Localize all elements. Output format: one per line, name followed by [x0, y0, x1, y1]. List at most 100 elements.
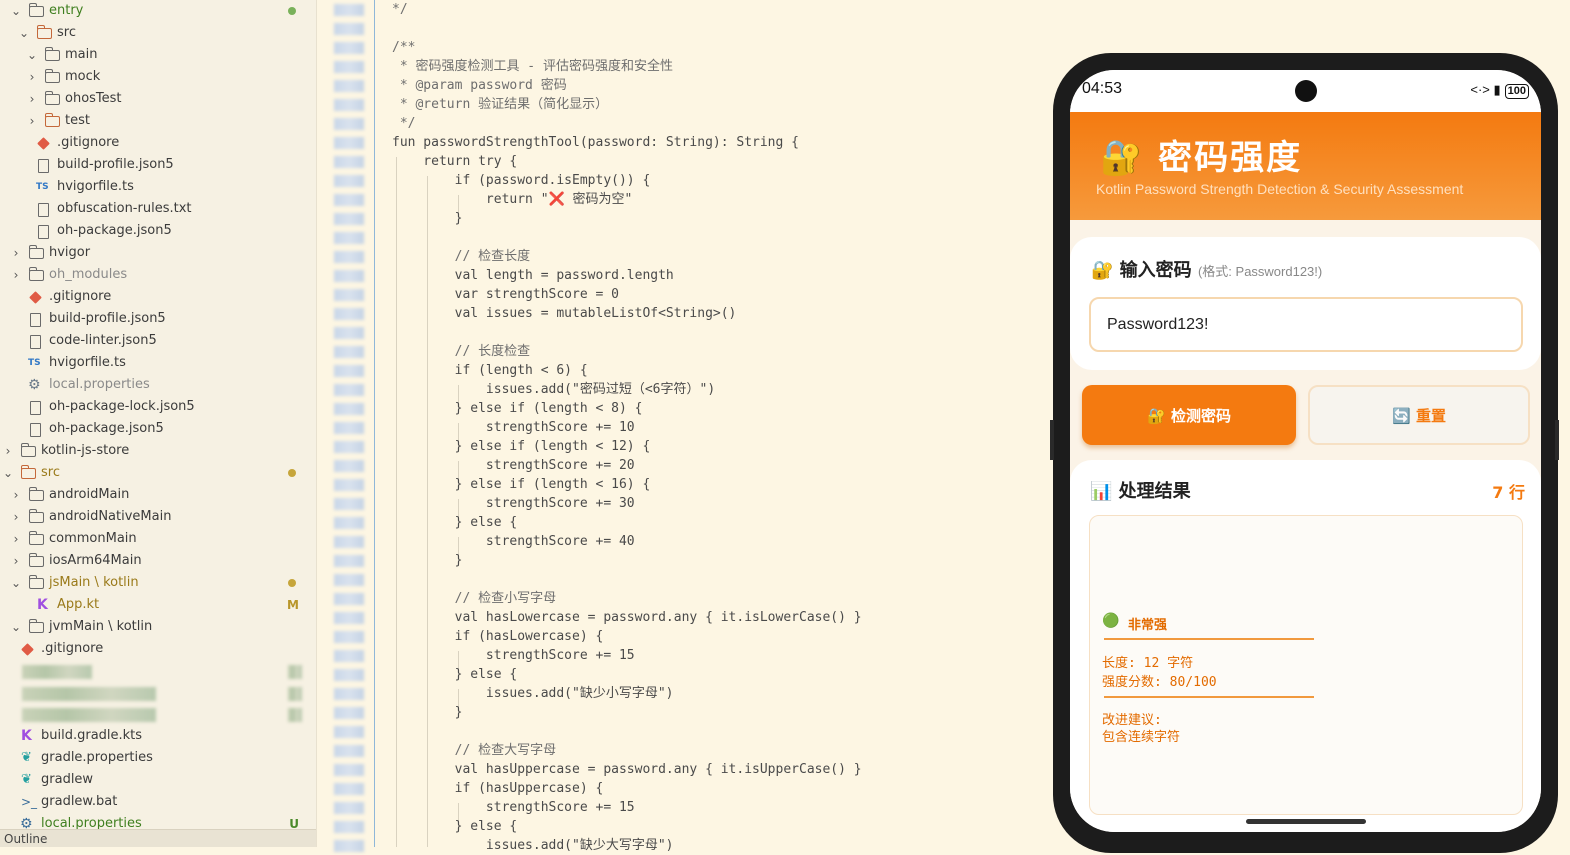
code-line[interactable]: var strengthScore = 0: [392, 285, 619, 304]
code-line[interactable]: issues.add("缺少大写字母"): [392, 836, 674, 855]
tree-label: jsMain \ kotlin: [49, 575, 139, 590]
code-line[interactable]: if (password.isEmpty()) {: [392, 171, 651, 190]
code-line[interactable]: issues.add("密码过短（<6字符）"): [392, 380, 715, 399]
tree-item-mock[interactable]: › mock: [0, 66, 316, 88]
code-line[interactable]: */: [392, 0, 408, 19]
tree-item-src[interactable]: ⌄ src: [0, 22, 316, 44]
outline-panel-header[interactable]: Outline: [0, 829, 316, 847]
code-line[interactable]: * @param password 密码: [392, 76, 567, 95]
code-line[interactable]: } else {: [392, 665, 518, 684]
code-line[interactable]: strengthScore += 10: [392, 418, 635, 437]
tree-item-gradlew-bat[interactable]: >_ gradlew.bat: [0, 791, 316, 813]
home-indicator[interactable]: [1246, 819, 1366, 824]
tree-item-local-properties[interactable]: ⚙ local.properties: [0, 374, 316, 396]
line-number: [334, 118, 364, 130]
code-line[interactable]: strengthScore += 40: [392, 532, 635, 551]
chevron-down-icon: ⌄: [10, 620, 22, 634]
line-number: [334, 251, 364, 263]
code-line[interactable]: } else if (length < 12) {: [392, 437, 651, 456]
tree-item-jvmmain[interactable]: ⌄ jvmMain \ kotlin: [0, 616, 316, 638]
gear-icon: ⚙: [28, 377, 41, 393]
code-line[interactable]: if (hasLowercase) {: [392, 627, 604, 646]
tree-item-commonmain[interactable]: › commonMain: [0, 528, 316, 550]
tree-label: androidMain: [49, 487, 130, 502]
tree-item-gradle-properties[interactable]: ❦ gradle.properties: [0, 747, 316, 769]
code-line[interactable]: strengthScore += 20: [392, 456, 635, 475]
code-line[interactable]: } else if (length < 8) {: [392, 399, 643, 418]
tree-label: src: [57, 25, 76, 40]
code-line[interactable]: strengthScore += 15: [392, 798, 635, 817]
tree-item-ohostest[interactable]: › ohosTest: [0, 88, 316, 110]
tree-item-app-kt[interactable]: K App.kt M: [0, 594, 316, 616]
folder-icon: [29, 3, 44, 17]
tree-item-iosarm64main[interactable]: › iosArm64Main: [0, 550, 316, 572]
code-line[interactable]: if (hasUppercase) {: [392, 779, 604, 798]
folder-icon: [21, 443, 36, 457]
code-line[interactable]: issues.add("缺少小写字母"): [392, 684, 674, 703]
tree-item-build-gradle[interactable]: K build.gradle.kts: [0, 725, 316, 747]
tree-item-androidnativemain[interactable]: › androidNativeMain: [0, 506, 316, 528]
code-line[interactable]: return try {: [392, 152, 517, 171]
tree-item-src-root[interactable]: ⌄ src: [0, 462, 316, 484]
code-line[interactable]: val hasUppercase = password.any { it.isU…: [392, 760, 862, 779]
tree-item-gradlew[interactable]: ❦ gradlew: [0, 769, 316, 791]
chevron-right-icon: ›: [13, 532, 19, 546]
code-line[interactable]: // 长度检查: [392, 342, 530, 361]
tree-item-hvigorfile[interactable]: TS hvigorfile.ts: [0, 176, 316, 198]
tree-item-oh-package-root[interactable]: oh-package.json5: [0, 418, 316, 440]
code-line[interactable]: }: [392, 703, 463, 722]
tree-item-jsmain[interactable]: ⌄ jsMain \ kotlin: [0, 572, 316, 594]
side-button: [1050, 420, 1054, 460]
code-line[interactable]: return "❌ 密码为空": [392, 190, 632, 209]
tree-item-hvigor[interactable]: › hvigor: [0, 242, 316, 264]
code-line[interactable]: /**: [392, 38, 415, 57]
code-line[interactable]: } else {: [392, 513, 518, 532]
tree-item-build-profile[interactable]: build-profile.json5: [0, 154, 316, 176]
code-line[interactable]: * 密码强度检测工具 - 评估密码强度和安全性: [392, 57, 673, 76]
code-editor[interactable]: */ /** * 密码强度检测工具 - 评估密码强度和安全性 * @param p…: [392, 0, 1042, 853]
reset-button[interactable]: 🔄 重置: [1308, 385, 1530, 445]
tree-item-oh-package[interactable]: oh-package.json5: [0, 220, 316, 242]
code-line[interactable]: }: [392, 551, 463, 570]
chevron-down-icon: ⌄: [2, 466, 14, 480]
password-input[interactable]: [1089, 297, 1523, 352]
tree-item-code-linter[interactable]: code-linter.json5: [0, 330, 316, 352]
code-line[interactable]: val length = password.length: [392, 266, 674, 285]
code-line[interactable]: val hasLowercase = password.any { it.isL…: [392, 608, 862, 627]
code-line[interactable]: // 检查大写字母: [392, 741, 556, 760]
line-number: [334, 783, 364, 795]
tree-item-build-profile-root[interactable]: build-profile.json5: [0, 308, 316, 330]
tree-item-kotlin-js-store[interactable]: › kotlin-js-store: [0, 440, 316, 462]
code-line[interactable]: if (length < 6) {: [392, 361, 588, 380]
redacted-item: [22, 665, 92, 679]
code-line[interactable]: val issues = mutableListOf<String>(): [392, 304, 737, 323]
code-line[interactable]: } else if (length < 16) {: [392, 475, 651, 494]
code-line[interactable]: */: [392, 114, 416, 133]
chevron-right-icon: ›: [5, 444, 11, 458]
code-line[interactable]: // 检查长度: [392, 247, 530, 266]
tree-item-oh-modules[interactable]: › oh_modules: [0, 264, 316, 286]
code-line[interactable]: strengthScore += 30: [392, 494, 635, 513]
folder-icon: [29, 487, 44, 501]
tree-item-entry[interactable]: ⌄ entry: [0, 0, 316, 22]
tree-item-test[interactable]: › test: [0, 110, 316, 132]
code-line[interactable]: strengthScore += 15: [392, 646, 635, 665]
tree-item-obfuscation-rules[interactable]: obfuscation-rules.txt: [0, 198, 316, 220]
tree-item-gitignore-root[interactable]: .gitignore: [0, 286, 316, 308]
code-line[interactable]: fun passwordStrengthTool(password: Strin…: [392, 133, 799, 152]
tree-item-gitignore-src[interactable]: .gitignore: [0, 638, 316, 660]
line-number: [334, 194, 364, 206]
tree-item-androidmain[interactable]: › androidMain: [0, 484, 316, 506]
check-password-button[interactable]: 🔐 检测密码: [1082, 385, 1296, 445]
code-line[interactable]: // 检查小写字母: [392, 589, 556, 608]
input-title-text: 🔐 输入密码: [1091, 260, 1192, 281]
code-line[interactable]: } else {: [392, 817, 518, 836]
redacted-item: [22, 708, 156, 722]
file-icon: [38, 225, 49, 239]
code-line[interactable]: * @return 验证结果（简化显示）: [392, 95, 608, 114]
tree-item-hvigorfile-root[interactable]: TS hvigorfile.ts: [0, 352, 316, 374]
tree-item-gitignore[interactable]: .gitignore: [0, 132, 316, 154]
code-line[interactable]: }: [392, 209, 463, 228]
tree-item-oh-package-lock[interactable]: oh-package-lock.json5: [0, 396, 316, 418]
tree-item-main[interactable]: ⌄ main: [0, 44, 316, 66]
